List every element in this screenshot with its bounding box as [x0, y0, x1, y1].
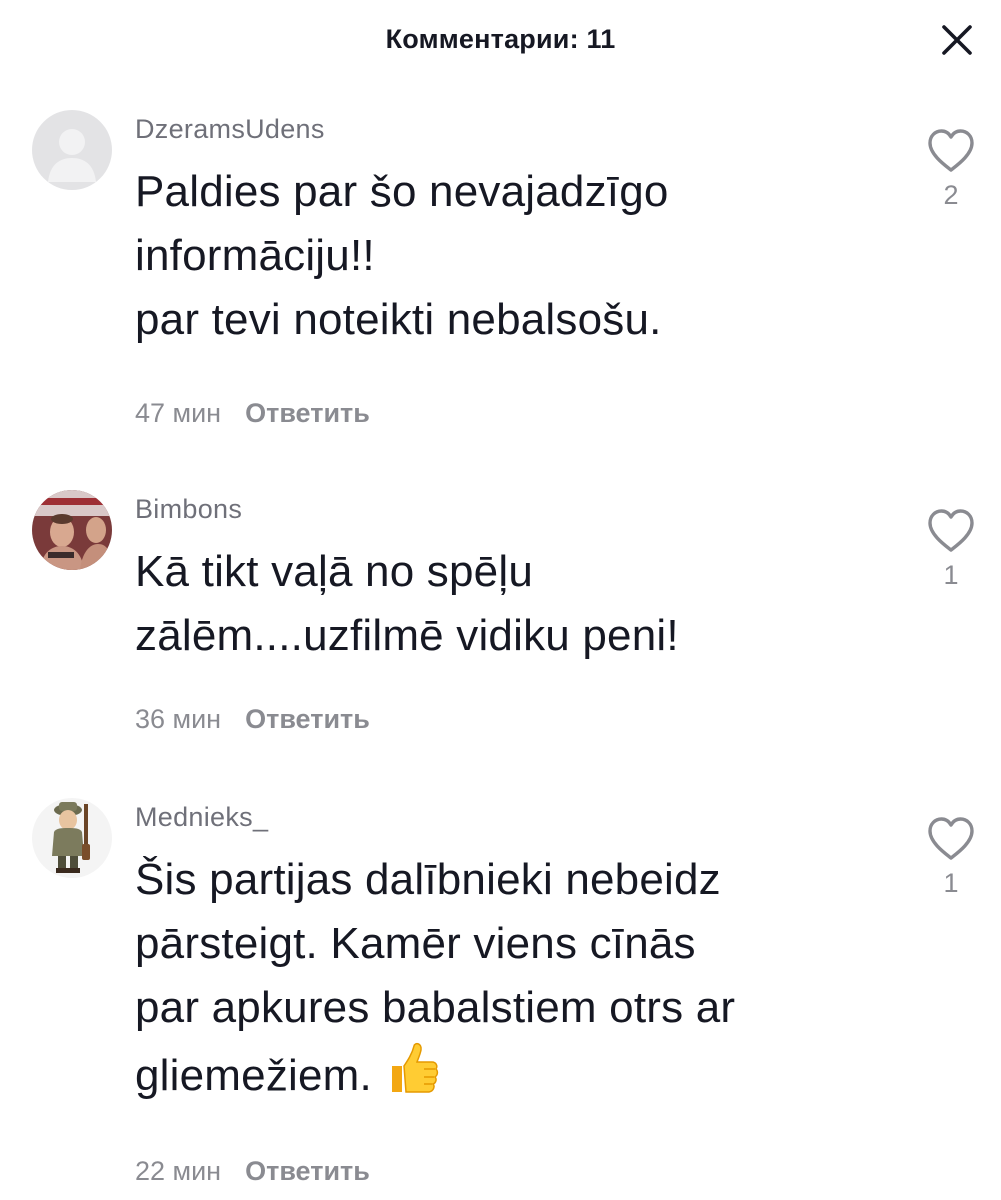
- comment-item: Bimbons Kā tikt vaļā no spēļu zālēm....u…: [0, 490, 1001, 750]
- comment-meta: 47 мин Ответить: [135, 398, 370, 429]
- comment-time: 22 мин: [135, 1156, 222, 1186]
- heart-outline-icon: [928, 129, 974, 172]
- comment-meta: 36 мин Ответить: [135, 704, 370, 735]
- avatar[interactable]: [32, 798, 112, 878]
- thumbs-up-emoji: [384, 1040, 440, 1114]
- reply-button[interactable]: Ответить: [245, 398, 370, 429]
- like-section: 1: [916, 508, 986, 591]
- comment-username[interactable]: DzeramsUdens: [135, 114, 325, 145]
- heart-outline-icon: [928, 509, 974, 552]
- comment-item: DzeramsUdens Paldies par šo nevajadzīgo …: [0, 110, 1001, 450]
- comment-username[interactable]: Mednieks_: [135, 802, 268, 833]
- hunter-avatar: [32, 798, 112, 878]
- comments-header: Комментарии: 11: [0, 0, 1001, 84]
- comments-count-title: Комментарии: 11: [385, 24, 616, 54]
- like-count: 2: [943, 180, 959, 210]
- like-count: 1: [943, 560, 959, 590]
- avatar[interactable]: [32, 110, 112, 190]
- like-button[interactable]: [926, 128, 976, 174]
- comment-username[interactable]: Bimbons: [135, 494, 242, 525]
- comment-text: Šis partijas dalībnieki nebeidz pārsteig…: [135, 848, 895, 1114]
- reply-button[interactable]: Ответить: [245, 704, 370, 735]
- thumbs-up-icon: [391, 1042, 439, 1093]
- like-section: 2: [916, 128, 986, 211]
- comment-time: 36 мин: [135, 704, 222, 734]
- default-avatar-icon: [32, 110, 112, 190]
- close-button[interactable]: [939, 22, 975, 58]
- comment-text: Paldies par šo nevajadzīgo informāciju!!…: [135, 167, 669, 344]
- comment-time: 47 мин: [135, 398, 222, 428]
- comment-text: Kā tikt vaļā no spēļu zālēm....uzfilmē v…: [135, 547, 679, 660]
- avatar[interactable]: [32, 490, 112, 570]
- like-count: 1: [943, 868, 959, 898]
- comment-meta: 22 мин Ответить: [135, 1156, 370, 1187]
- like-button[interactable]: [926, 816, 976, 862]
- photo-avatar: [32, 490, 112, 570]
- like-button[interactable]: [926, 508, 976, 554]
- comment-item: Mednieks_ Šis partijas dalībnieki nebeid…: [0, 798, 1001, 1198]
- like-section: 1: [916, 816, 986, 899]
- heart-outline-icon: [928, 817, 974, 860]
- reply-button[interactable]: Ответить: [245, 1156, 370, 1187]
- close-icon: [942, 25, 972, 55]
